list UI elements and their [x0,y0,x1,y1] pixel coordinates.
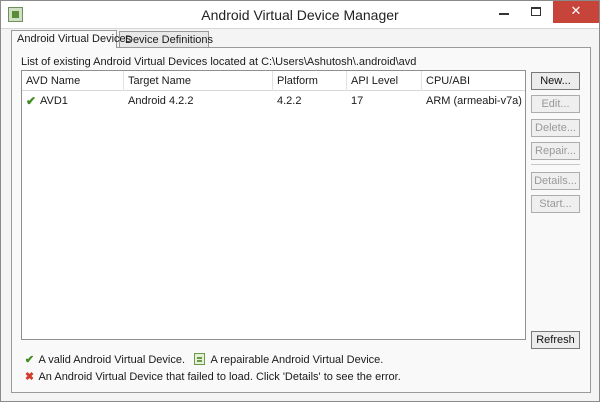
refresh-button[interactable]: Refresh [531,331,580,349]
column-header-platform[interactable]: Platform [273,71,347,91]
delete-button[interactable]: Delete... [531,119,580,137]
tab-android-virtual-devices[interactable]: Android Virtual Devices [11,30,131,48]
column-header-avd-name[interactable]: AVD Name [22,71,124,91]
error-x-icon: ✖ [24,371,35,383]
minimize-button[interactable] [489,1,519,23]
avd-table[interactable]: AVD Name Target Name Platform API Level … [21,70,526,340]
cell-platform: 4.2.2 [277,95,302,107]
column-header-target-name[interactable]: Target Name [124,71,273,91]
column-header-cpu-abi[interactable]: CPU/ABI [422,71,525,91]
avd-name-text: AVD1 [40,95,68,107]
minimize-icon [499,13,509,15]
start-button[interactable]: Start... [531,195,580,213]
repairable-icon [194,353,206,365]
valid-check-icon: ✔ [24,354,35,366]
button-separator [531,164,580,165]
legend-valid-text: A valid Android Virtual Device. [38,354,185,366]
legend-repairable-text: A repairable Android Virtual Device. [210,354,384,366]
table-row[interactable]: ✔ AVD1 Android 4.2.2 4.2.2 17 ARM (armeab… [22,92,525,110]
legend-failed-text: An Android Virtual Device that failed to… [38,371,401,383]
cell-avd-name: ✔ AVD1 [22,92,124,110]
legend-failed: ✖ An Android Virtual Device that failed … [23,370,401,383]
avd-manager-window: Android Virtual Device Manager ✕ Android… [0,0,600,402]
maximize-button[interactable] [521,1,551,23]
new-button[interactable]: New... [531,72,580,90]
edit-button[interactable]: Edit... [531,95,580,113]
table-header: AVD Name Target Name Platform API Level … [22,71,525,91]
avd-location-label: List of existing Android Virtual Devices… [21,56,417,68]
cell-target-name: Android 4.2.2 [128,95,194,107]
cell-cpu-abi: ARM (armeabi-v7a) [426,95,522,107]
close-button[interactable]: ✕ [553,1,599,23]
details-button[interactable]: Details... [531,172,580,190]
tab-device-definitions[interactable]: Device Definitions [119,31,213,48]
legend-valid-repairable: ✔ A valid Android Virtual Device. A repa… [23,353,383,366]
column-header-api-level[interactable]: API Level [347,71,422,91]
maximize-icon [531,7,541,16]
valid-check-icon: ✔ [26,94,37,108]
repair-button[interactable]: Repair... [531,142,580,160]
title-bar: Android Virtual Device Manager ✕ [1,1,599,29]
cell-api-level: 17 [351,95,364,107]
